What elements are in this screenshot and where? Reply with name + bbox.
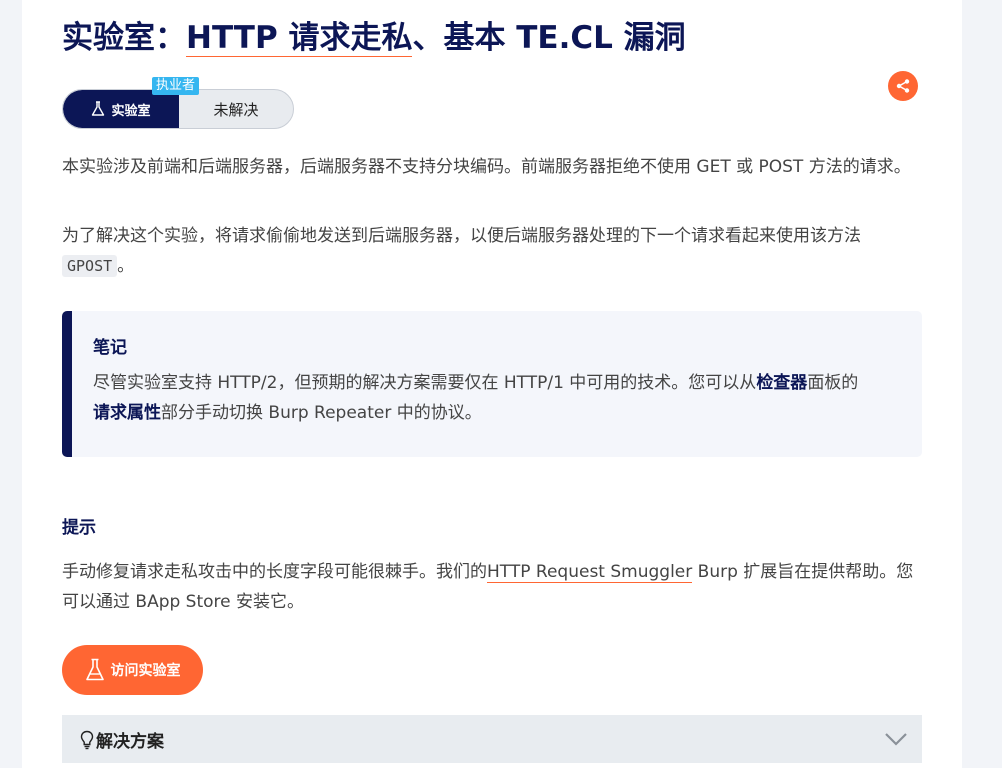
page: 实验室：HTTP 请求走私、基本 TE.CL 漏洞 实验室 未解决 执业者 本实… — [22, 0, 962, 768]
description-paragraph-2: 为了解决这个实验，将请求偷偷地发送到后端服务器，以便后端服务器处理的下一个请求看… — [62, 221, 920, 281]
hint-heading: 提示 — [62, 518, 96, 538]
lab-status: 未解决 — [213, 100, 259, 119]
note-heading: 笔记 — [93, 338, 127, 358]
flask-icon — [92, 101, 105, 116]
page-title: 实验室：HTTP 请求走私、基本 TE.CL 漏洞 — [62, 12, 686, 57]
note-text-3: 部分手动切换 Burp Repeater 中的协议。 — [161, 403, 482, 423]
lab-type: 实验室 — [63, 90, 179, 128]
note-body: 尽管实验室支持 HTTP/2，但预期的解决方案需要仅在 HTTP/1 中可用的技… — [93, 368, 913, 428]
solution-accordion[interactable]: 解决方案 — [62, 715, 922, 763]
solution-label: 解决方案 — [96, 732, 164, 752]
share-button[interactable] — [888, 71, 918, 101]
access-lab-label: 访问实验室 — [110, 663, 181, 679]
description-paragraph-1: 本实验涉及前端和后端服务器，后端服务器不支持分块编码。前端服务器拒绝不使用 GE… — [62, 157, 911, 177]
note-text-2: 面板的 — [807, 373, 859, 393]
lab-type-label: 实验室 — [111, 103, 151, 119]
hint-text-1: 手动修复请求走私攻击中的长度字段可能很棘手。我们的 — [62, 562, 487, 582]
note-box: 笔记 尽管实验室支持 HTTP/2，但预期的解决方案需要仅在 HTTP/1 中可… — [62, 311, 922, 457]
note-bold-request-attributes: 请求属性 — [93, 403, 161, 423]
access-lab-button[interactable]: 访问实验室 — [62, 645, 203, 695]
lightbulb-icon — [80, 730, 94, 749]
title-link[interactable]: HTTP 请求走私 — [186, 20, 413, 57]
description-text: 为了解决这个实验，将请求偷偷地发送到后端服务器，以便后端服务器处理的下一个请求看… — [62, 226, 861, 246]
flask-icon — [85, 658, 104, 681]
level-badge: 执业者 — [152, 77, 200, 95]
title-suffix: 、基本 TE.CL 漏洞 — [412, 20, 686, 56]
share-icon — [896, 79, 910, 93]
http-request-smuggler-link[interactable]: HTTP Request Smuggler — [487, 562, 693, 583]
note-text-1: 尽管实验室支持 HTTP/2，但预期的解决方案需要仅在 HTTP/1 中可用的技… — [93, 373, 757, 393]
hint-paragraph: 手动修复请求走私攻击中的长度字段可能很棘手。我们的HTTP Request Sm… — [62, 557, 920, 617]
solution-header: 解决方案 — [80, 727, 164, 752]
method-code: GPOST — [62, 255, 118, 277]
title-prefix: 实验室： — [62, 20, 186, 56]
lab-status-pill: 实验室 未解决 — [62, 89, 294, 129]
note-bold-inspector: 检查器 — [756, 373, 808, 393]
description-end: 。 — [117, 256, 135, 276]
chevron-down-icon[interactable] — [884, 731, 908, 747]
